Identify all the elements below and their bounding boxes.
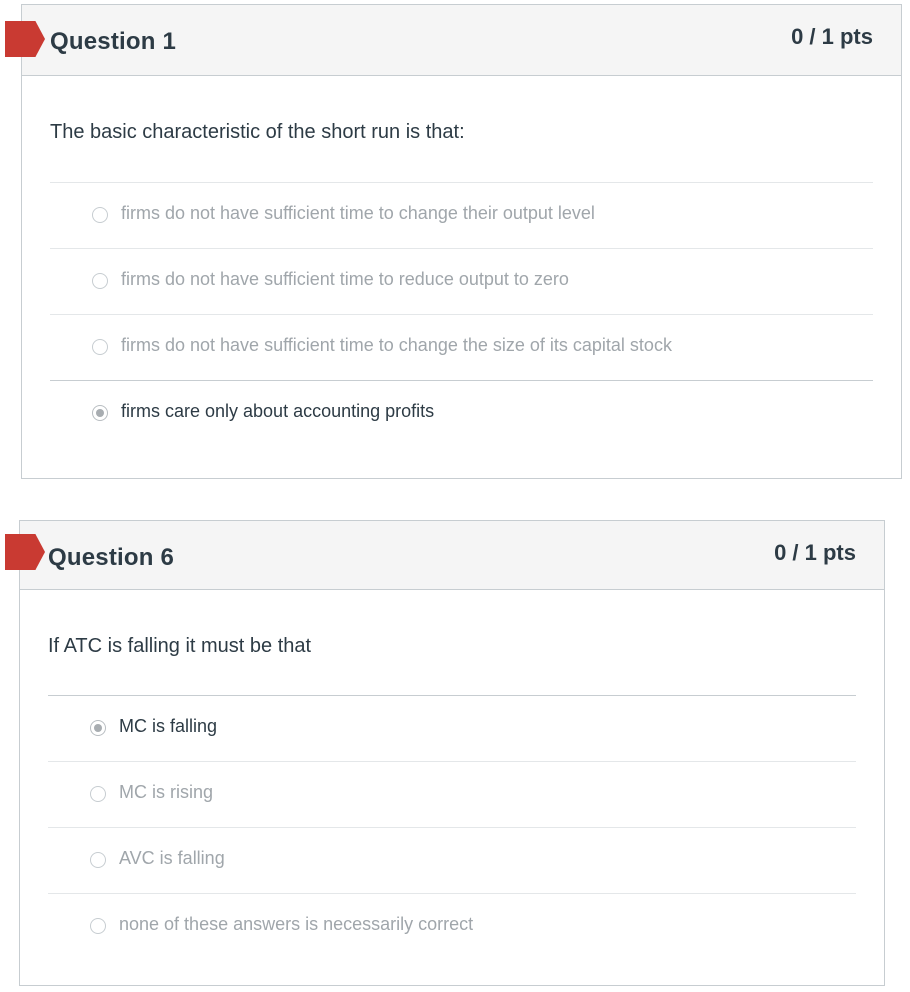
answer-label: AVC is falling	[119, 848, 225, 868]
answer-label: firms do not have sufficient time to cha…	[121, 203, 595, 223]
question-title: Question 6	[48, 544, 175, 571]
answer-option[interactable]: MC is rising	[48, 761, 856, 827]
answer-list: MC is falling MC is rising AVC is fallin…	[48, 695, 856, 959]
answer-option[interactable]: none of these answers is necessarily cor…	[48, 893, 856, 959]
question-header: Question 6 0 / 1 pts	[20, 521, 884, 590]
answer-option[interactable]: firms do not have sufficient time to cha…	[50, 314, 873, 380]
radio-button-icon[interactable]	[92, 339, 108, 355]
radio-button-icon[interactable]	[92, 273, 108, 289]
answer-label: firms do not have sufficient time to red…	[121, 269, 569, 289]
answer-label: firms do not have sufficient time to cha…	[121, 335, 672, 355]
radio-button-selected-icon[interactable]	[92, 405, 108, 421]
question-card-1: Question 1 0 / 1 pts The basic character…	[21, 4, 902, 479]
answer-label: MC is falling	[119, 716, 218, 736]
question-card-6: Question 6 0 / 1 pts If ATC is falling i…	[19, 520, 885, 986]
question-header: Question 1 0 / 1 pts	[22, 5, 901, 76]
answer-label: none of these answers is necessarily cor…	[119, 914, 474, 934]
answer-option[interactable]: AVC is falling	[48, 827, 856, 893]
question-points: 0 / 1 pts	[791, 24, 873, 49]
radio-button-icon[interactable]	[92, 207, 108, 223]
question-title: Question 1	[50, 28, 177, 55]
question-points: 0 / 1 pts	[774, 540, 856, 565]
answer-option-selected[interactable]: firms care only about accounting profits	[50, 380, 873, 446]
answer-option-selected[interactable]: MC is falling	[48, 695, 856, 761]
radio-button-icon[interactable]	[90, 852, 106, 868]
answer-list: firms do not have sufficient time to cha…	[50, 182, 873, 446]
question-text: If ATC is falling it must be that	[48, 635, 312, 657]
radio-button-icon[interactable]	[90, 786, 106, 802]
answer-label: firms care only about accounting profits	[121, 401, 435, 421]
answer-label: MC is rising	[119, 782, 214, 802]
answer-option[interactable]: firms do not have sufficient time to red…	[50, 248, 873, 314]
question-text: The basic characteristic of the short ru…	[50, 121, 465, 143]
radio-button-icon[interactable]	[90, 918, 106, 934]
answer-option[interactable]: firms do not have sufficient time to cha…	[50, 182, 873, 248]
radio-button-selected-icon[interactable]	[90, 720, 106, 736]
